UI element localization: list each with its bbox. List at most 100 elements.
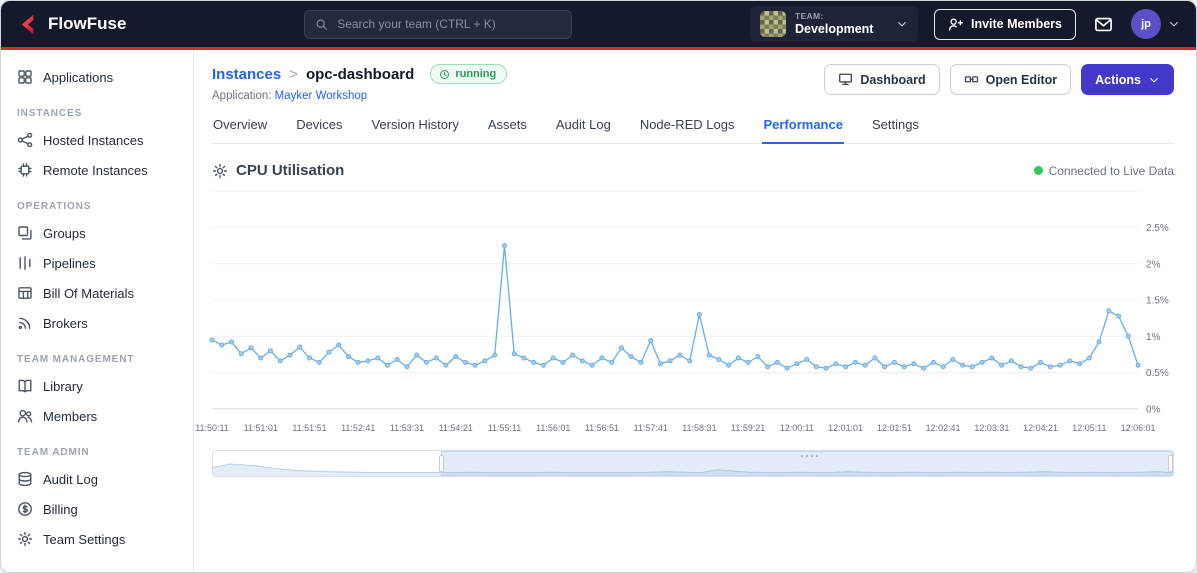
sidebar-item-label: Pipelines — [43, 255, 96, 271]
sidebar-item-label: Brokers — [43, 315, 88, 331]
sidebar-item-label: Bill Of Materials — [43, 285, 135, 301]
sidebar-item-library[interactable]: Library — [1, 371, 193, 401]
audit-log-icon — [18, 471, 32, 487]
svg-text:0.5%: 0.5% — [1146, 368, 1169, 379]
tab-bar: Overview Devices Version History Assets Audi… — [212, 117, 1174, 144]
cpu-utilisation-chart[interactable]: 0% 0.5% 1% 1.5% 2% 2.5% 11:50:11 11:51:01 11:51:… — [195, 183, 1174, 441]
status-badge: running — [430, 64, 508, 84]
tab-devices[interactable]: Devices — [295, 117, 343, 144]
svg-text:1%: 1% — [1146, 332, 1161, 343]
page-header: Instances > opc-dashboard running Applic… — [212, 64, 1174, 102]
tab-node-red-logs[interactable]: Node-RED Logs — [639, 117, 736, 144]
svg-text:11:56:01: 11:56:01 — [536, 423, 570, 433]
search-icon — [316, 19, 328, 30]
search-input[interactable] — [335, 16, 562, 32]
chevron-down-icon — [1170, 21, 1178, 27]
flowfuse-logo[interactable]: FlowFuse — [17, 13, 126, 36]
svg-text:12:01:01: 12:01:01 — [828, 423, 863, 433]
main-content: Instances > opc-dashboard running Applic… — [194, 50, 1196, 572]
tab-settings[interactable]: Settings — [871, 117, 920, 144]
tab-overview[interactable]: Overview — [212, 117, 268, 144]
svg-text:11:51:51: 11:51:51 — [292, 423, 326, 433]
svg-text:1.5%: 1.5% — [1146, 296, 1169, 307]
sidebar-item-members[interactable]: Members — [1, 401, 193, 431]
svg-text:11:51:01: 11:51:01 — [244, 423, 278, 433]
members-icon — [17, 409, 33, 423]
sidebar: Applications INSTANCES Hosted Instances Rem… — [1, 50, 194, 572]
breadcrumb-instances-link[interactable]: Instances — [212, 66, 281, 83]
clock-icon — [440, 69, 450, 79]
sidebar-item-team-settings[interactable]: Team Settings — [1, 524, 193, 554]
sidebar-item-applications[interactable]: Applications — [1, 62, 193, 92]
team-search[interactable] — [304, 9, 573, 39]
svg-text:11:56:51: 11:56:51 — [585, 423, 619, 433]
flowfuse-app: FlowFuse TEAM: Development Invite Member… — [0, 0, 1197, 573]
live-status-dot — [1033, 166, 1043, 175]
brokers-icon — [18, 317, 31, 330]
applications-grid-icon — [18, 70, 32, 84]
actions-button[interactable]: Actions — [1081, 64, 1174, 95]
navbar-right: TEAM: Development Invite Members jp — [749, 6, 1180, 42]
open-editor-button[interactable]: Open Editor — [949, 64, 1072, 95]
user-avatar: jp — [1130, 9, 1161, 39]
sidebar-item-hosted-instances[interactable]: Hosted Instances — [1, 125, 193, 155]
sidebar-item-pipelines[interactable]: Pipelines — [1, 248, 193, 278]
sidebar-item-label: Remote Instances — [43, 162, 148, 178]
breadcrumb-current-instance: opc-dashboard — [305, 65, 415, 83]
application-line: Application: Mayker Workshop — [212, 90, 507, 102]
svg-text:12:03:31: 12:03:31 — [974, 423, 1009, 433]
chevron-down-icon — [898, 21, 906, 27]
flowfuse-logo-icon — [21, 14, 34, 34]
live-status-label: Connected to Live Data — [1048, 163, 1174, 178]
bill-of-materials-icon — [18, 287, 32, 299]
dashboard-button[interactable]: Dashboard — [824, 64, 940, 95]
application-link[interactable]: Mayker Workshop — [275, 90, 367, 102]
dashboard-icon — [839, 73, 853, 86]
sidebar-item-brokers[interactable]: Brokers — [1, 308, 193, 338]
invite-members-label: Invite Members — [970, 17, 1062, 31]
chevron-down-icon — [1150, 77, 1158, 82]
invite-members-button[interactable]: Invite Members — [933, 8, 1076, 40]
svg-text:11:52:41: 11:52:41 — [341, 423, 375, 433]
user-menu[interactable]: jp — [1130, 9, 1180, 39]
team-picker[interactable]: TEAM: Development — [749, 6, 918, 42]
sidebar-item-label: Groups — [43, 225, 86, 241]
sidebar-item-billing[interactable]: Billing — [1, 494, 193, 524]
sidebar-item-groups[interactable]: Groups — [1, 218, 193, 248]
sidebar-item-label: Audit Log — [43, 471, 98, 487]
brand-name: FlowFuse — [48, 14, 127, 33]
team-settings-icon — [17, 531, 33, 547]
svg-text:12:01:51: 12:01:51 — [877, 423, 912, 433]
pipelines-icon — [19, 256, 31, 270]
groups-icon — [18, 226, 32, 240]
chart-range-selector[interactable] — [212, 450, 1174, 477]
sidebar-item-label: Team Settings — [43, 531, 126, 547]
tab-version-history[interactable]: Version History — [370, 117, 459, 144]
team-avatar — [759, 11, 786, 37]
sidebar-item-audit-log[interactable]: Audit Log — [1, 464, 193, 494]
sidebar-item-label: Members — [43, 408, 98, 424]
range-selection[interactable] — [439, 451, 1173, 476]
range-handle-right[interactable] — [1167, 455, 1173, 472]
application-label: Application: — [212, 90, 272, 102]
range-grip[interactable] — [806, 455, 809, 457]
team-label: TEAM: — [794, 10, 824, 21]
notifications-mail-button[interactable] — [1092, 13, 1115, 36]
svg-text:11:50:11: 11:50:11 — [195, 423, 229, 433]
gear-icon — [212, 163, 228, 178]
panel-title-label: CPU Utilisation — [236, 162, 345, 179]
sidebar-item-bill-of-materials[interactable]: Bill Of Materials — [1, 278, 193, 308]
tab-performance[interactable]: Performance — [762, 117, 844, 144]
status-badge-label: running — [455, 68, 497, 80]
sidebar-item-label: Billing — [43, 501, 78, 517]
tab-audit-log[interactable]: Audit Log — [555, 117, 612, 144]
tab-assets[interactable]: Assets — [487, 117, 528, 144]
range-handle-left[interactable] — [439, 455, 445, 472]
billing-icon — [18, 502, 32, 516]
actions-button-label: Actions — [1095, 72, 1141, 87]
svg-text:12:06:01: 12:06:01 — [1121, 423, 1156, 433]
sidebar-item-remote-instances[interactable]: Remote Instances — [1, 155, 193, 185]
hosted-instances-icon — [17, 132, 33, 148]
svg-text:11:55:11: 11:55:11 — [488, 423, 522, 433]
breadcrumb-separator: > — [289, 65, 298, 83]
